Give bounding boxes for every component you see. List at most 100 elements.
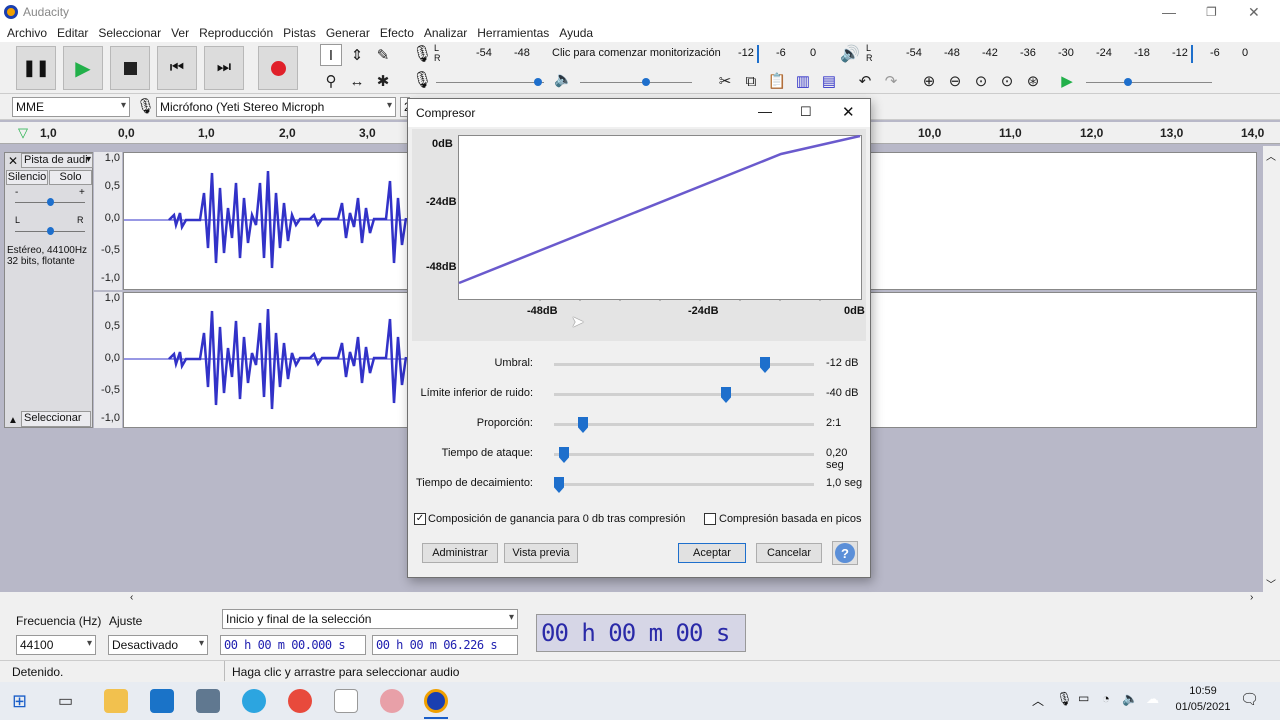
menu-generar[interactable]: Generar <box>326 26 370 40</box>
audio-host-select[interactable]: MME ▾ <box>12 97 130 117</box>
pan-slider[interactable] <box>15 227 85 235</box>
silence-button[interactable]: ▤ <box>818 70 840 92</box>
slider-thumb[interactable] <box>47 198 54 206</box>
task-view-icon[interactable]: ▭ <box>58 691 73 711</box>
makeup-gain-checkbox[interactable]: ✓ <box>414 513 426 525</box>
timeshift-tool[interactable]: ↔ <box>346 70 368 92</box>
fit-project-button[interactable]: ⊙ <box>996 70 1018 92</box>
selection-end-field[interactable]: 00 h 00 m 06.226 s <box>372 635 518 655</box>
trim-button[interactable]: ▥ <box>792 70 814 92</box>
attack-time-slider[interactable] <box>554 447 814 463</box>
project-rate-select[interactable]: 44100 ▾ <box>16 635 96 655</box>
chrome-icon[interactable] <box>288 689 312 713</box>
play-button[interactable]: ▶ <box>63 46 103 90</box>
envelope-tool[interactable]: ⇕ <box>346 44 368 66</box>
wifi-icon[interactable]: ◔ <box>1102 691 1110 706</box>
zoom-in-button[interactable]: ⊕ <box>918 70 940 92</box>
record-button[interactable] <box>258 46 298 90</box>
attack-time-thumb[interactable] <box>559 447 569 463</box>
preview-button[interactable]: Vista previa <box>504 543 578 563</box>
multi-tool[interactable]: ✱ <box>372 70 394 92</box>
pause-button[interactable]: ❚❚ <box>16 46 56 90</box>
file-explorer-icon[interactable] <box>104 689 128 713</box>
threshold-thumb[interactable] <box>760 357 770 373</box>
clock-time[interactable]: 10:59 <box>1180 685 1226 697</box>
app-icon[interactable] <box>196 689 220 713</box>
threshold-slider[interactable] <box>554 357 814 373</box>
menu-ayuda[interactable]: Ayuda <box>559 26 593 40</box>
menu-pistas[interactable]: Pistas <box>283 26 316 40</box>
paste-button[interactable]: 📋 <box>766 70 788 92</box>
collapse-icon[interactable]: ▲ <box>8 415 18 426</box>
slider-thumb[interactable] <box>642 78 650 86</box>
copy-button[interactable]: ⧉ <box>740 70 762 92</box>
record-meter[interactable]: -54 -48 Clic para comenzar monitorizació… <box>444 45 824 63</box>
notepad-icon[interactable] <box>334 689 358 713</box>
playback-volume-slider[interactable] <box>580 78 692 86</box>
dialog-minimize-icon[interactable]: — <box>758 103 772 119</box>
notification-icon[interactable]: 🗨 <box>1240 690 1259 708</box>
horizontal-scrollbar[interactable]: ‹ › <box>0 592 1280 606</box>
release-time-slider[interactable] <box>554 477 814 493</box>
zoom-toggle-button[interactable]: ⊛ <box>1022 70 1044 92</box>
cloud-icon[interactable]: ☁ <box>1146 691 1159 707</box>
draw-tool[interactable]: ✎ <box>372 44 394 66</box>
audio-position-display[interactable]: 00 h 00 m 00 s <box>536 614 746 652</box>
telegram-icon[interactable] <box>242 689 266 713</box>
scroll-up-icon[interactable]: ︿ <box>1266 148 1276 163</box>
windows-start-icon[interactable]: ⊞ <box>12 691 27 712</box>
slider-thumb[interactable] <box>1124 78 1132 86</box>
menu-herramientas[interactable]: Herramientas <box>477 26 549 40</box>
track-name-menu[interactable]: Pista de audi ▾ <box>21 153 93 168</box>
minimize-icon[interactable]: — <box>1162 4 1176 20</box>
menu-efecto[interactable]: Efecto <box>380 26 414 40</box>
peak-based-checkbox[interactable] <box>704 513 716 525</box>
tray-mic-icon[interactable]: 🎙 <box>1056 691 1073 707</box>
cut-button[interactable]: ✂ <box>714 70 736 92</box>
mute-button[interactable]: Silencio <box>6 170 48 185</box>
ok-button[interactable]: Aceptar <box>678 543 746 563</box>
select-track-button[interactable]: Seleccionar <box>21 411 91 427</box>
menu-archivo[interactable]: Archivo <box>7 26 47 40</box>
menu-editar[interactable]: Editar <box>57 26 88 40</box>
help-button[interactable]: ? <box>832 541 858 565</box>
redo-button[interactable]: ↷ <box>880 70 902 92</box>
audacity-taskbar-icon[interactable] <box>424 689 448 713</box>
scroll-left-icon[interactable]: ‹ <box>130 592 133 603</box>
playback-meter[interactable]: -54 -48 -42 -36 -30 -24 -18 -12 -6 0 <box>876 45 1256 63</box>
snap-select[interactable]: Desactivado ▾ <box>108 635 208 655</box>
battery-icon[interactable]: ▭ <box>1078 691 1089 705</box>
selection-mode-select[interactable]: Inicio y final de la selección ▾ <box>222 609 518 629</box>
ratio-thumb[interactable] <box>578 417 588 433</box>
ratio-slider[interactable] <box>554 417 814 433</box>
volume-icon[interactable]: 🔈 <box>1122 691 1138 707</box>
gain-slider[interactable] <box>15 198 85 206</box>
mail-icon[interactable] <box>150 689 174 713</box>
release-time-thumb[interactable] <box>554 477 564 493</box>
scroll-down-icon[interactable]: ﹀ <box>1266 576 1276 591</box>
manage-button[interactable]: Administrar <box>422 543 498 563</box>
mic-volume-slider[interactable] <box>436 78 544 86</box>
menu-seleccionar[interactable]: Seleccionar <box>98 26 161 40</box>
selection-tool[interactable]: I <box>320 44 342 66</box>
play-speed-slider[interactable] <box>1086 78 1212 86</box>
zoom-out-button[interactable]: ⊖ <box>944 70 966 92</box>
skip-end-button[interactable]: ⏭ <box>204 46 244 90</box>
paint-icon[interactable] <box>380 689 404 713</box>
fit-selection-button[interactable]: ⊙ <box>970 70 992 92</box>
undo-button[interactable]: ↶ <box>854 70 876 92</box>
zoom-tool[interactable]: ⚲ <box>320 70 342 92</box>
restore-icon[interactable]: ❐ <box>1206 5 1217 19</box>
menu-ver[interactable]: Ver <box>171 26 189 40</box>
slider-thumb[interactable] <box>47 227 54 235</box>
noise-floor-slider[interactable] <box>554 387 814 403</box>
noise-floor-thumb[interactable] <box>721 387 731 403</box>
skip-start-button[interactable]: ⏮ <box>157 46 197 90</box>
close-icon[interactable]: ✕ <box>1248 4 1260 21</box>
input-device-select[interactable]: Micrófono (Yeti Stereo Microph ▾ <box>156 97 396 117</box>
tray-chevron-icon[interactable]: ︿ <box>1032 692 1044 709</box>
dialog-close-icon[interactable]: ✕ <box>842 103 855 121</box>
clock-date[interactable]: 01/05/2021 <box>1168 701 1238 713</box>
cancel-button[interactable]: Cancelar <box>756 543 822 563</box>
dialog-maximize-icon[interactable]: ☐ <box>800 104 812 120</box>
